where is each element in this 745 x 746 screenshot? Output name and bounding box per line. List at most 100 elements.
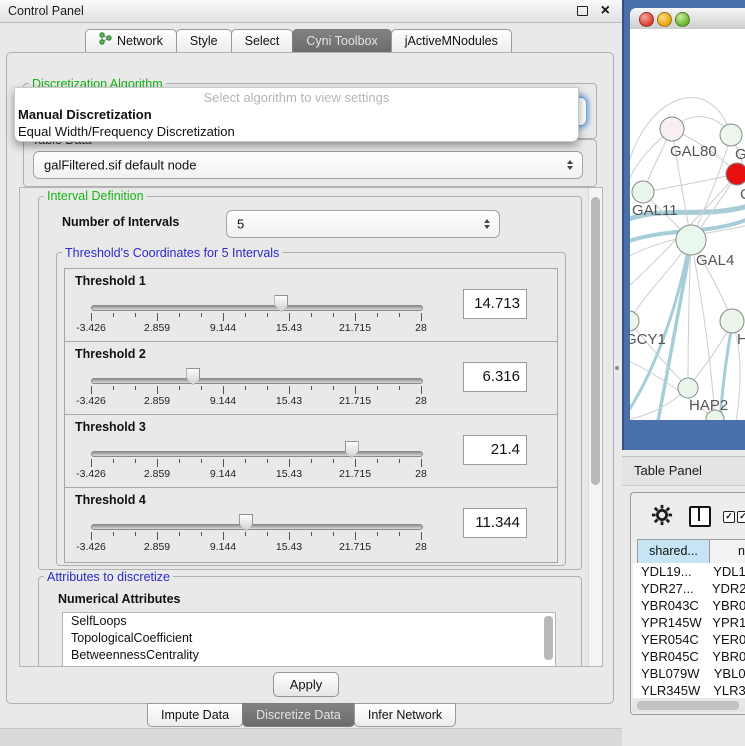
- threshold-panel-4: Threshold 4-3.4262.8599.14415.4321.71528…: [64, 487, 558, 563]
- attribute-item[interactable]: BetweennessCentrality: [63, 647, 555, 664]
- tick-mark: [421, 386, 422, 394]
- column-header-shared-name[interactable]: shared...: [637, 539, 710, 564]
- table-row[interactable]: YDR27...YDR2: [633, 580, 745, 597]
- split-table-icon[interactable]: [689, 506, 711, 527]
- tab-impute-data[interactable]: Impute Data: [147, 703, 243, 727]
- network-node-gal11[interactable]: [632, 181, 654, 203]
- gear-icon[interactable]: [651, 504, 673, 526]
- table-row[interactable]: YDL19...YDL1: [633, 563, 745, 580]
- tab-style[interactable]: Style: [176, 29, 232, 53]
- settings-scrollbar-track[interactable]: [588, 188, 602, 666]
- attribute-item[interactable]: TopologicalCoefficient: [63, 630, 555, 647]
- network-node-c[interactable]: [726, 163, 745, 185]
- tick-mark: [267, 386, 268, 390]
- tab-cyni-toolbox[interactable]: Cyni Toolbox: [292, 29, 391, 53]
- tick-mark: [289, 313, 290, 321]
- tick-label: 9.144: [203, 322, 243, 334]
- window-zoom-button[interactable]: [675, 12, 690, 27]
- window-minimize-button[interactable]: [657, 12, 672, 27]
- slider-track[interactable]: [91, 378, 423, 384]
- threshold-value-field[interactable]: 6.316: [463, 362, 527, 392]
- slider-track[interactable]: [91, 305, 423, 311]
- tick-label: -3.426: [71, 468, 111, 480]
- table-hscrollbar-track[interactable]: [632, 699, 745, 712]
- threshold-value-field[interactable]: 21.4: [463, 435, 527, 465]
- table-row[interactable]: YBR045CYBR0: [633, 648, 745, 665]
- table-row[interactable]: YBR043CYBR0: [633, 597, 745, 614]
- table-data-combobox[interactable]: galFiltered.sif default node: [33, 151, 583, 179]
- node-label: GA: [735, 146, 745, 163]
- threshold-panel-1: Threshold 1-3.4262.8599.14415.4321.71528…: [64, 268, 558, 344]
- table-row[interactable]: YLR345WYLR3: [633, 682, 745, 698]
- cell-name: YBR0: [710, 597, 745, 614]
- attribute-item[interactable]: SelfLoops: [63, 613, 555, 630]
- slider-track[interactable]: [91, 524, 423, 530]
- tab-select[interactable]: Select: [231, 29, 294, 53]
- numerical-attributes-list[interactable]: SelfLoopsTopologicalCoefficientBetweenne…: [62, 612, 556, 667]
- table-panel-title: Table Panel: [634, 457, 702, 484]
- settings-scrollbar-thumb[interactable]: [591, 197, 600, 485]
- table-hscrollbar-thumb[interactable]: [637, 701, 739, 710]
- threshold-value-field[interactable]: 11.344: [463, 508, 527, 538]
- tick-mark: [157, 532, 158, 540]
- float-window-icon[interactable]: [577, 6, 588, 16]
- tab-label: Network: [117, 30, 163, 52]
- popup-placeholder: Select algorithm to view settings: [15, 90, 578, 105]
- tick-mark: [377, 459, 378, 463]
- popup-item-manual-discretization[interactable]: Manual Discretization: [18, 107, 152, 122]
- tick-label: 21.715: [335, 395, 375, 407]
- tick-mark: [245, 386, 246, 390]
- split-divider-handle[interactable]: [615, 366, 619, 370]
- tick-label: 15.43: [269, 322, 309, 334]
- checkbox-icon[interactable]: ✓: [723, 511, 735, 523]
- apply-button[interactable]: Apply: [273, 672, 339, 697]
- tick-mark: [311, 459, 312, 463]
- tab-label: jActiveMNodules: [405, 30, 498, 52]
- network-node-hap2[interactable]: [678, 378, 698, 398]
- column-header-name[interactable]: n: [709, 539, 745, 564]
- window-close-button[interactable]: [639, 12, 654, 27]
- tick-mark: [223, 459, 224, 467]
- tick-label: 15.43: [269, 541, 309, 553]
- slider-track[interactable]: [91, 451, 423, 457]
- tab-infer-network[interactable]: Infer Network: [354, 703, 456, 727]
- tick-mark: [135, 313, 136, 317]
- tick-mark: [289, 459, 290, 467]
- table-row[interactable]: YBL079WYBL0: [633, 665, 745, 682]
- tick-label: 9.144: [203, 395, 243, 407]
- node-label: C: [740, 186, 745, 203]
- tick-mark: [421, 459, 422, 467]
- tick-mark: [201, 459, 202, 463]
- network-node-gcy1[interactable]: [630, 311, 639, 331]
- tick-mark: [377, 532, 378, 536]
- close-icon[interactable]: ×: [601, 0, 610, 22]
- panel-title: Control Panel: [8, 0, 84, 22]
- tick-mark: [289, 532, 290, 540]
- table-row[interactable]: YPR145WYPR1: [633, 614, 745, 631]
- table-row[interactable]: YER054CYER0: [633, 631, 745, 648]
- tab-network[interactable]: Network: [85, 29, 177, 53]
- tick-mark: [201, 532, 202, 536]
- tab-discretize-data[interactable]: Discretize Data: [242, 703, 355, 727]
- network-node-gal4[interactable]: [676, 225, 706, 255]
- tick-label: 2.859: [137, 395, 177, 407]
- cell-name: YDR2: [710, 580, 745, 597]
- number-of-intervals-combobox[interactable]: 5: [226, 210, 500, 238]
- cell-name: YPR1: [710, 614, 745, 631]
- network-window-titlebar[interactable]: [630, 8, 745, 30]
- attributes-list-scrollbar[interactable]: [544, 616, 553, 660]
- tick-mark: [267, 459, 268, 463]
- network-node-gal80[interactable]: [660, 117, 684, 141]
- tab-jactivemnodules[interactable]: jActiveMNodules: [391, 29, 512, 53]
- checkbox-icon[interactable]: ✓: [737, 511, 745, 523]
- network-node-ga[interactable]: [720, 124, 742, 146]
- network-canvas[interactable]: GAL80GACGAL11GAL4GCY1HHAP2: [630, 29, 745, 420]
- popup-item-equal-width-frequency[interactable]: Equal Width/Frequency Discretization: [18, 124, 235, 139]
- tick-label: 28: [401, 468, 441, 480]
- network-node-h[interactable]: [720, 309, 744, 333]
- table-data-combobox-value: galFiltered.sif default node: [44, 158, 196, 173]
- tab-label: Style: [190, 30, 218, 52]
- tick-mark: [113, 386, 114, 390]
- tick-mark: [179, 313, 180, 317]
- threshold-value-field[interactable]: 14.713: [463, 289, 527, 319]
